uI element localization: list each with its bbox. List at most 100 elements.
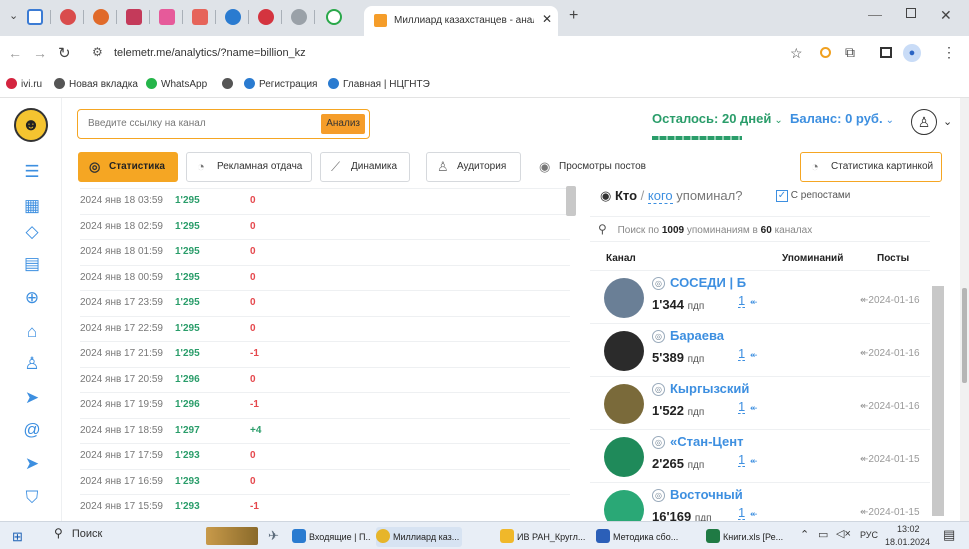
reload-icon[interactable]: ↻ [58,44,71,62]
channel-avatar[interactable] [604,437,644,477]
page-scrollbar[interactable] [960,98,969,521]
taskbar-search[interactable]: ⚲ Поиск [54,526,194,547]
reposts-checkbox[interactable]: ✓ С репостами [776,190,850,202]
col-mentions-header[interactable]: Упоминаний [782,253,843,264]
tab-favicon-5[interactable] [192,9,208,25]
post-date-link[interactable]: ↞2024-01-16 [860,295,920,306]
mentions-count-link[interactable]: 1 [738,453,746,467]
mentions-count-link[interactable]: 1 [738,294,746,308]
tab-favicon-6[interactable] [225,9,241,25]
page-scrollbar-thumb[interactable] [962,288,967,383]
back-icon[interactable]: ← [8,45,22,61]
shield-icon[interactable]: ⛉ [22,488,42,508]
mention-icon[interactable]: @ [22,420,42,440]
tab-list-chevron-icon[interactable]: ⌄ [9,9,18,22]
pinned-app-icon[interactable]: ✈ [268,528,279,544]
col-posts-header[interactable]: Посты [877,253,909,264]
tab-favicon-1[interactable] [60,9,76,25]
clock-date[interactable]: 18.01.2024 [885,537,930,547]
stats-scrollbar[interactable] [566,186,576,216]
new-tab-icon[interactable]: + [569,7,578,25]
channel-avatar[interactable] [604,384,644,424]
tab-favicon-9[interactable] [326,9,342,25]
side-panel-icon[interactable] [880,47,892,58]
taskbar-app-chrome[interactable]: Миллиард каз... [376,527,462,547]
image-stats-button[interactable]: ◔ Статистика картинкой [800,152,942,182]
restore-icon[interactable] [906,8,916,18]
channel-name-link[interactable]: ◎ «Стан-Цент [652,434,762,449]
volume-icon[interactable]: ◁× [836,527,851,540]
bookmark-star-icon[interactable]: ☆ [790,45,803,62]
user-menu-chevron-icon[interactable]: ⌄ [943,115,952,128]
users-icon[interactable]: ♙ [22,354,42,374]
network-icon[interactable]: ▭ [818,528,828,541]
mentions-count-link[interactable]: 1 [738,506,746,520]
site-info-icon[interactable]: ⚙ [92,45,103,59]
telegram-icon[interactable]: ➤ [22,388,42,408]
bookmark-whatsapp[interactable]: WhatsApp [146,78,207,90]
post-date-link[interactable]: ↞2024-01-15 [860,454,920,465]
tab-statistics[interactable]: ◎ Статистика [78,152,178,182]
tab-favicon-7[interactable] [258,9,274,25]
tab-favicon-mail[interactable] [27,9,43,25]
notifications-icon[interactable]: ▤ [943,527,955,543]
bookmark-new-tab[interactable]: Новая вкладка [54,78,138,90]
whom-link[interactable]: кого [647,188,673,204]
profile-icon[interactable]: ● [903,44,921,62]
tray-chevron-icon[interactable]: ⌃ [800,528,809,541]
channel-row[interactable]: ◎ «Стан-Цент 2'265 пдп 1 ↞ ↞2024-01-15 [590,429,930,482]
extensions-icon[interactable]: ⧉ [845,44,855,61]
mentions-scrollbar[interactable] [932,286,944,516]
bookmark-ivi[interactable]: ivi.ru [6,78,42,90]
widget-icon[interactable] [206,527,258,545]
user-avatar-icon[interactable]: ♙ [911,109,937,135]
tab-favicon-4[interactable] [159,9,175,25]
menu-kebab-icon[interactable]: ⋮ [942,44,956,61]
calendar-icon[interactable]: ▦ [22,196,42,216]
channel-name-link[interactable]: ◎ Кыргызский [652,381,762,396]
channel-avatar[interactable] [604,331,644,371]
list-icon[interactable]: ☰ [22,162,42,182]
channel-row[interactable]: ◎ Кыргызский 1'522 пдп 1 ↞ ↞2024-01-16 [590,376,930,429]
tag-icon[interactable]: ◇ [22,222,42,242]
message-icon[interactable]: ⌂ [22,322,42,342]
bookmark-globe[interactable] [222,78,237,90]
input-language[interactable]: РУС [860,530,878,540]
close-tab-icon[interactable]: ✕ [542,12,552,26]
balance[interactable]: Баланс: 0 руб. ⌄ [790,111,894,126]
mentions-count-link[interactable]: 1 [738,347,746,361]
channel-name-link[interactable]: ◎ СОСЕДИ | Б [652,275,762,290]
mentions-search-input[interactable]: ⚲ Поиск по 1009 упоминаниям в 60 каналах [590,216,930,242]
windows-start-icon[interactable]: ⊞ [12,529,23,545]
telegram-icon-2[interactable]: ➤ [22,454,42,474]
channel-row[interactable]: ◎ Бараева 5'389 пдп 1 ↞ ↞2024-01-16 [590,323,930,376]
address-bar[interactable]: ⚙ telemetr.me/analytics/?name=billion_kz [92,42,812,66]
analyze-button[interactable]: Анализ [321,114,365,134]
tab-audience[interactable]: ♙ Аудитория [426,152,521,182]
post-date-link[interactable]: ↞2024-01-16 [860,401,920,412]
logo-icon[interactable]: ☻ [14,108,48,142]
post-date-link[interactable]: ↞2024-01-15 [860,507,920,518]
active-tab[interactable]: Миллиард казахстанцев - анал ✕ [364,6,558,36]
mentions-count-link[interactable]: 1 [738,400,746,414]
taskbar-app-excel[interactable]: Книги.xls [Ре... [706,527,794,547]
channel-name-link[interactable]: ◎ Восточный [652,487,762,502]
tab-post-views[interactable]: ◉ Просмотры постов [528,152,652,182]
tab-favicon-8[interactable] [291,9,307,25]
tab-favicon-2[interactable] [93,9,109,25]
taskbar-app-file[interactable]: ИВ РАН_Кругл... [500,527,588,547]
clock-time[interactable]: 13:02 [897,524,920,534]
forward-icon[interactable]: → [33,45,47,61]
channel-name-link[interactable]: ◎ Бараева [652,328,762,343]
bookmark-registration[interactable]: Регистрация [244,78,317,90]
channel-search-input[interactable]: Введите ссылку на канал Анализ [77,109,370,139]
channel-row[interactable]: ◎ Восточный 16'169 пдп 1 ↞ ↞2024-01-15 [590,482,930,521]
chart-icon[interactable]: ⊕ [22,288,42,308]
remaining-days[interactable]: Осталось: 20 дней ⌄ [652,111,783,126]
channel-avatar[interactable] [604,490,644,521]
taskbar-app-word[interactable]: Методика сбо... [596,527,692,547]
channel-row[interactable]: ◎ СОСЕДИ | Б 1'344 пдп 1 ↞ ↞2024-01-16 [590,270,930,323]
inbox-icon[interactable]: ▤ [22,254,42,274]
tab-ad-return[interactable]: ◔ Рекламная отдача [186,152,312,182]
tab-dynamics[interactable]: ⟋ Динамика [320,152,410,182]
